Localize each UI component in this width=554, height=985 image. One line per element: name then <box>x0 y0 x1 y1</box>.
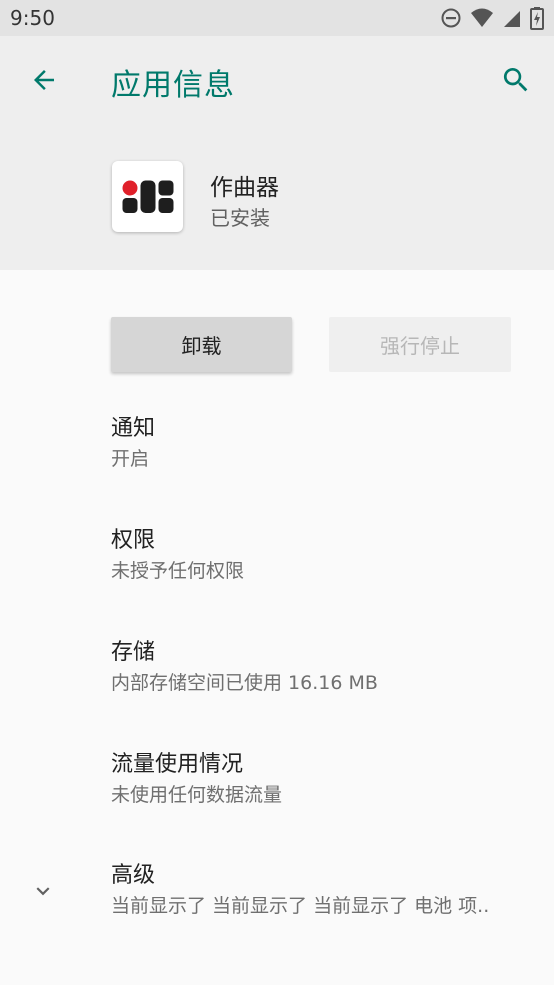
list-item-summary: 未授予任何权限 <box>111 560 245 582</box>
list-item-data-usage[interactable]: 流量使用情况 未使用任何数据流量 <box>111 750 541 810</box>
search-button[interactable] <box>496 60 536 100</box>
signal-icon <box>504 11 520 27</box>
list-item-summary: 当前显示了 当前显示了 当前显示了 电池 项.. <box>111 895 490 917</box>
app-name: 作曲器 <box>210 175 279 201</box>
list-item-title: 存储 <box>111 640 156 665</box>
list-item-advanced[interactable]: 高级 当前显示了 当前显示了 当前显示了 电池 项.. <box>111 861 541 921</box>
app-header: 应用信息 作曲器 已安装 <box>0 36 554 270</box>
status-icons <box>440 6 544 30</box>
list-item-summary: 开启 <box>111 448 150 470</box>
list-item-summary: 内部存储空间已使用 16.16 MB <box>111 672 378 694</box>
list-item-summary: 未使用任何数据流量 <box>111 784 283 806</box>
list-item-notifications[interactable]: 通知 开启 <box>111 414 541 474</box>
wifi-icon <box>471 8 493 27</box>
battery-icon <box>530 7 544 30</box>
page-title: 应用信息 <box>111 68 235 103</box>
list-item-title: 高级 <box>111 863 156 888</box>
list-item-title: 权限 <box>111 528 156 553</box>
app-bar: 应用信息 <box>0 36 554 124</box>
list-item-title: 通知 <box>111 416 156 441</box>
dnd-icon <box>441 8 461 28</box>
app-install-status: 已安装 <box>210 206 270 230</box>
list-item-storage[interactable]: 存储 内部存储空间已使用 16.16 MB <box>111 638 541 698</box>
arrow-left-icon <box>34 70 54 90</box>
status-time: 9:50 <box>10 6 55 30</box>
app-icon <box>112 161 183 232</box>
status-bar: 9:50 <box>0 0 554 36</box>
chevron-down-icon[interactable] <box>30 878 56 904</box>
app-logo-icon <box>122 180 173 213</box>
list-item-title: 流量使用情况 <box>111 752 244 777</box>
uninstall-button[interactable]: 卸载 <box>111 317 292 372</box>
back-button[interactable] <box>24 60 64 100</box>
force-stop-button: 强行停止 <box>329 317 511 372</box>
list-item-permissions[interactable]: 权限 未授予任何权限 <box>111 526 541 586</box>
search-icon <box>503 68 528 92</box>
